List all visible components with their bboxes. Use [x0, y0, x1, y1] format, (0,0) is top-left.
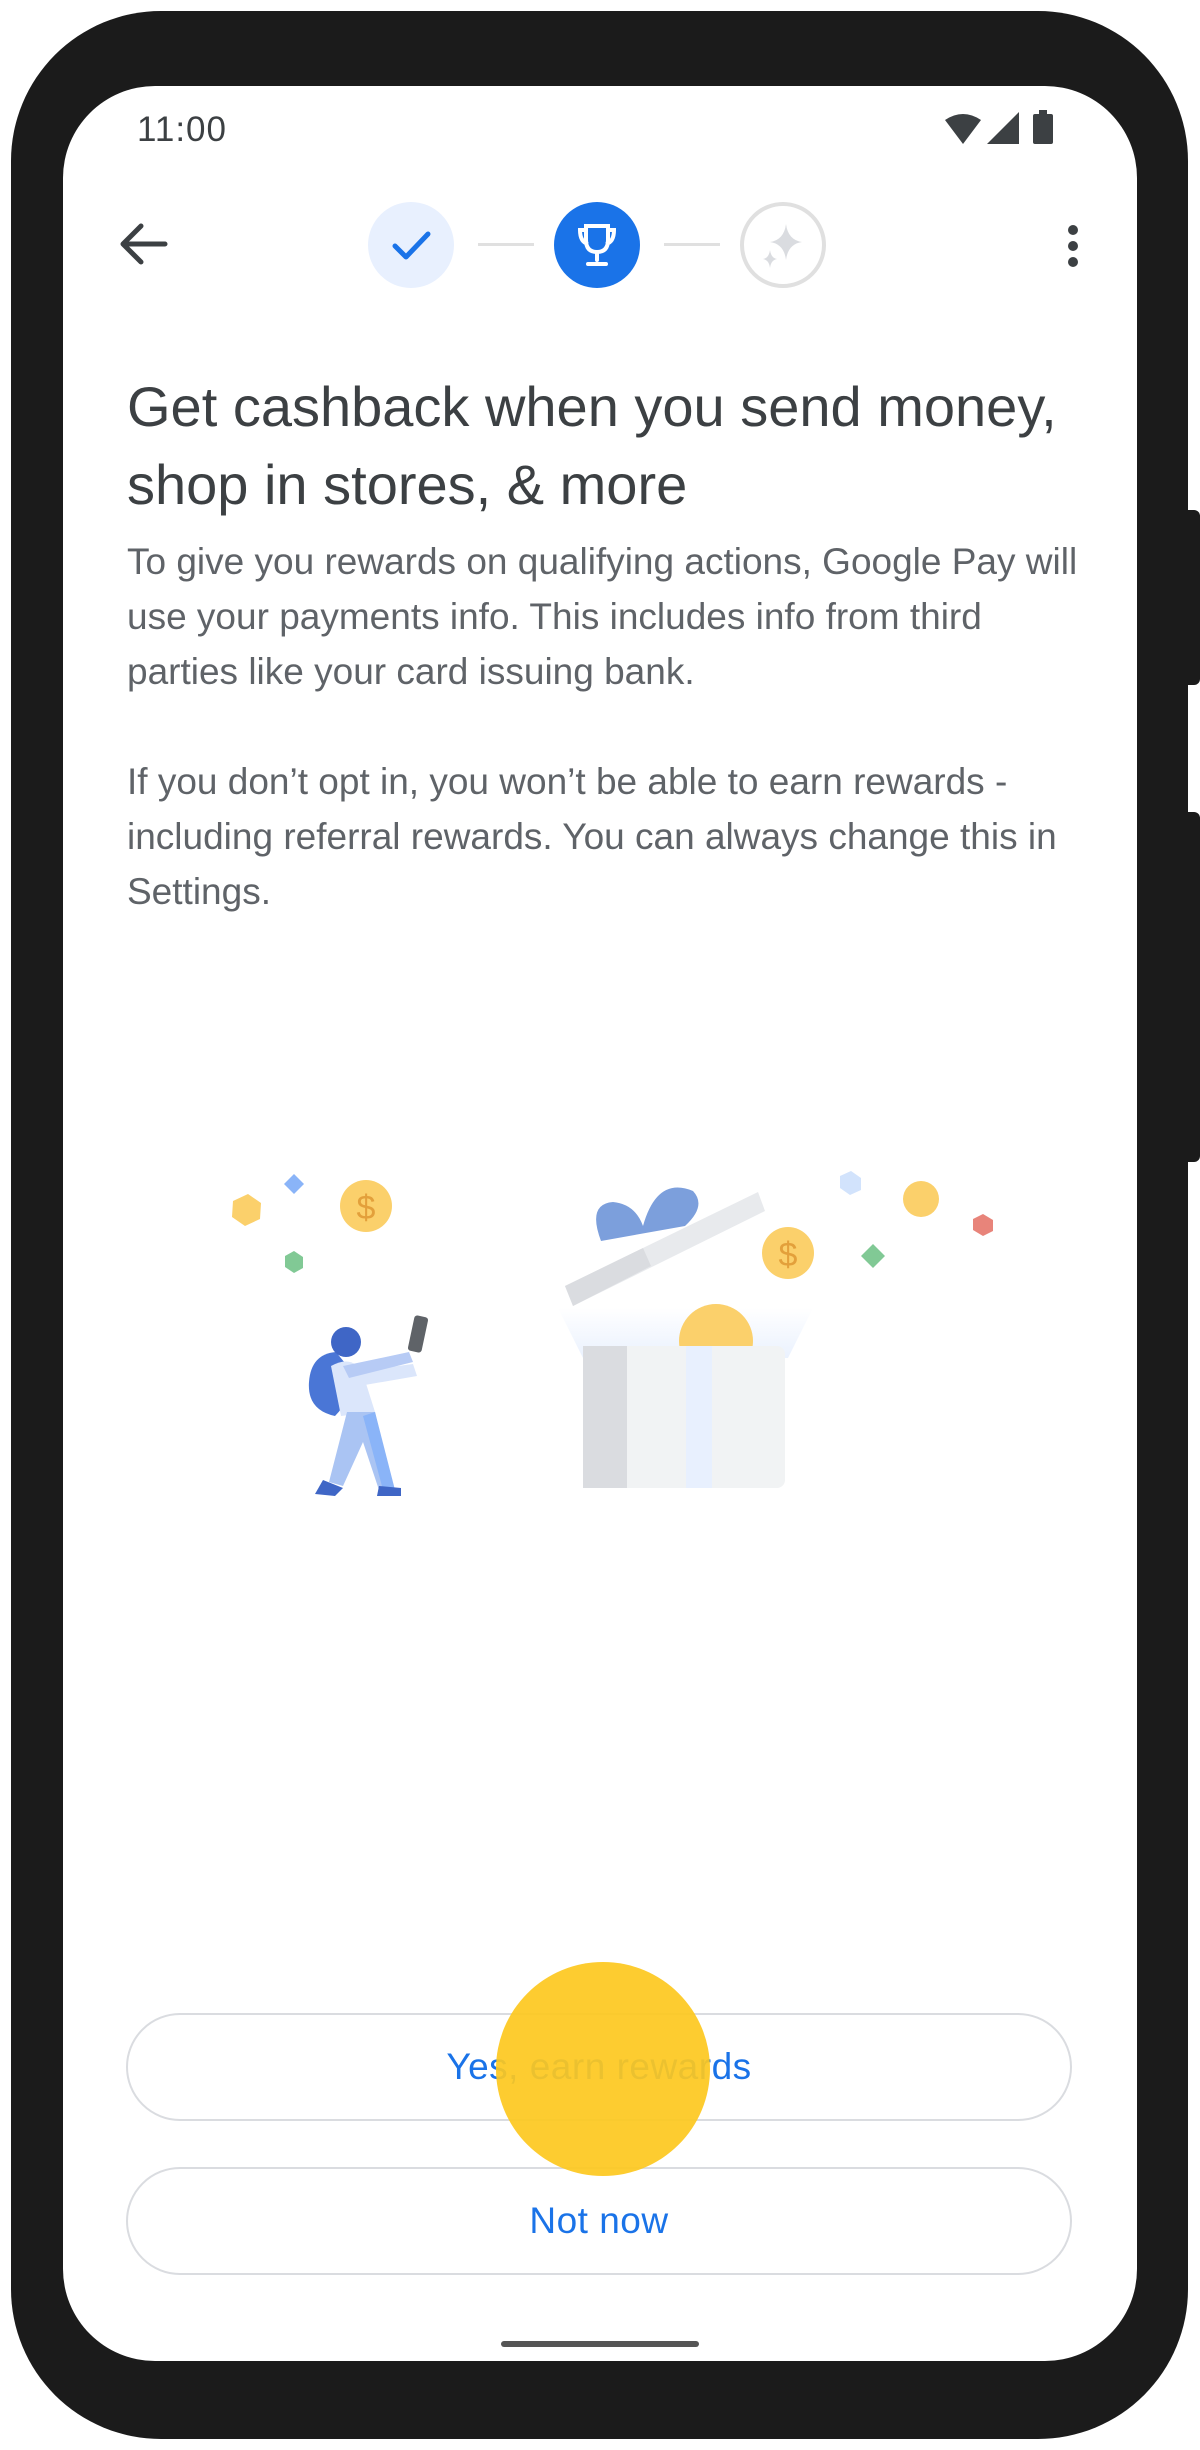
- confetti-hexagon: [285, 1251, 303, 1273]
- cellular-signal-icon: [987, 112, 1019, 144]
- opt-out-notice: If you don’t opt in, you won’t be able t…: [127, 761, 1057, 912]
- confetti-hexagon: [840, 1171, 861, 1195]
- svg-text:$: $: [779, 1236, 798, 1274]
- dollar-coin-icon: $: [340, 1180, 392, 1232]
- phone-screen: 11:00 Get cashback when you send money, …: [63, 86, 1137, 2361]
- step-connector: [664, 243, 720, 246]
- battery-icon: [1033, 110, 1053, 144]
- confetti-diamond: [284, 1174, 304, 1194]
- back-button[interactable]: [103, 206, 183, 286]
- svg-text:$: $: [357, 1189, 376, 1227]
- not-now-button[interactable]: Not now: [126, 2167, 1072, 2275]
- sparkle-icon: [763, 224, 802, 268]
- wifi-icon: [945, 114, 981, 144]
- volume-button: [1186, 510, 1200, 685]
- confetti-hexagon: [973, 1214, 993, 1236]
- confetti-diamond: [861, 1244, 885, 1268]
- progress-stepper: [368, 200, 838, 290]
- check-icon: [392, 231, 431, 260]
- status-icons: [943, 110, 1073, 150]
- overflow-menu-button[interactable]: [1033, 206, 1113, 286]
- arrow-back-icon: [120, 223, 168, 265]
- power-button: [1186, 812, 1200, 1162]
- step-completed: [368, 202, 454, 288]
- home-indicator[interactable]: [501, 2341, 699, 2347]
- confetti-hexagon: [232, 1194, 261, 1226]
- earn-rewards-button[interactable]: Yes, earn rewards: [126, 2013, 1072, 2121]
- confetti-coin: [903, 1181, 939, 1217]
- dollar-coin-icon: $: [762, 1227, 814, 1279]
- trophy-icon: [577, 224, 617, 266]
- step-connector: [478, 243, 534, 246]
- more-vert-icon: [1068, 225, 1078, 267]
- step-current: [554, 202, 640, 288]
- person-with-phone: [308, 1315, 429, 1496]
- status-time: 11:00: [137, 110, 227, 149]
- description-paragraph: To give you rewards on qualifying action…: [127, 541, 1078, 692]
- step-upcoming: [740, 202, 826, 288]
- page-title: Get cashback when you send money, shop i…: [127, 375, 1057, 516]
- rewards-illustration: $ $: [203, 1076, 1053, 1536]
